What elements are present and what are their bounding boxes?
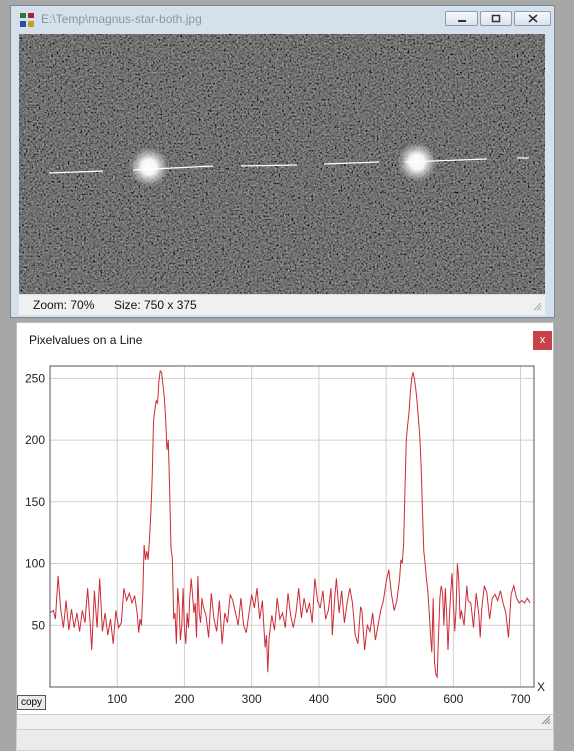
x-tick-label: 500 [376, 692, 396, 706]
chart-grid [50, 366, 534, 687]
y-axis-ticks: 50 100 150 200 250 [25, 371, 45, 632]
x-axis-ticks: 100 200 300 400 500 600 700 [107, 692, 531, 706]
x-tick-label: 400 [309, 692, 329, 706]
plot-frame [49, 365, 535, 688]
x-tick-label: 100 [107, 692, 127, 706]
image-size-readout: Size: 750 x 375 [114, 298, 197, 312]
star-image [19, 34, 545, 294]
line-profile-chart: 50 100 150 200 250 100 200 300 400 500 600 700 X [25, 365, 545, 706]
image-window-titlebar[interactable]: E:\Temp\magnus-star-both.jpg [11, 6, 554, 34]
image-window[interactable]: E:\Temp\magnus-star-both.jpg Zoom: 70% S… [10, 5, 555, 318]
minimize-button[interactable] [445, 11, 478, 26]
close-icon [527, 14, 538, 23]
y-tick-label: 100 [25, 557, 45, 571]
restore-icon [491, 14, 501, 23]
x-tick-label: 200 [174, 692, 194, 706]
close-button[interactable] [514, 11, 551, 26]
x-axis-label: X [537, 680, 545, 694]
y-tick-label: 250 [25, 371, 45, 385]
image-status-bar: Zoom: 70% Size: 750 x 375 [19, 295, 545, 315]
copy-button[interactable]: copy [17, 695, 46, 710]
y-tick-label: 50 [32, 618, 46, 632]
star-left [127, 145, 171, 189]
restore-button[interactable] [480, 11, 512, 26]
y-tick-label: 200 [25, 433, 45, 447]
x-tick-label: 300 [242, 692, 262, 706]
x-tick-label: 700 [511, 692, 531, 706]
image-window-title: E:\Temp\magnus-star-both.jpg [41, 12, 202, 26]
bottom-panel [16, 729, 554, 751]
minimize-icon [457, 19, 466, 22]
resize-grip-icon[interactable] [539, 713, 551, 725]
x-tick-label: 600 [443, 692, 463, 706]
resize-grip-icon[interactable] [532, 301, 542, 311]
y-tick-label: 150 [25, 495, 45, 509]
zoom-readout: Zoom: 70% [33, 298, 95, 312]
plot-window[interactable]: Pixelvalues on a Line x 50 100 150 200 250 1… [16, 322, 554, 729]
series-line [49, 369, 531, 679]
image-canvas[interactable] [19, 34, 545, 294]
imagej-app-icon [20, 13, 34, 27]
plot-status-bar [17, 714, 553, 729]
